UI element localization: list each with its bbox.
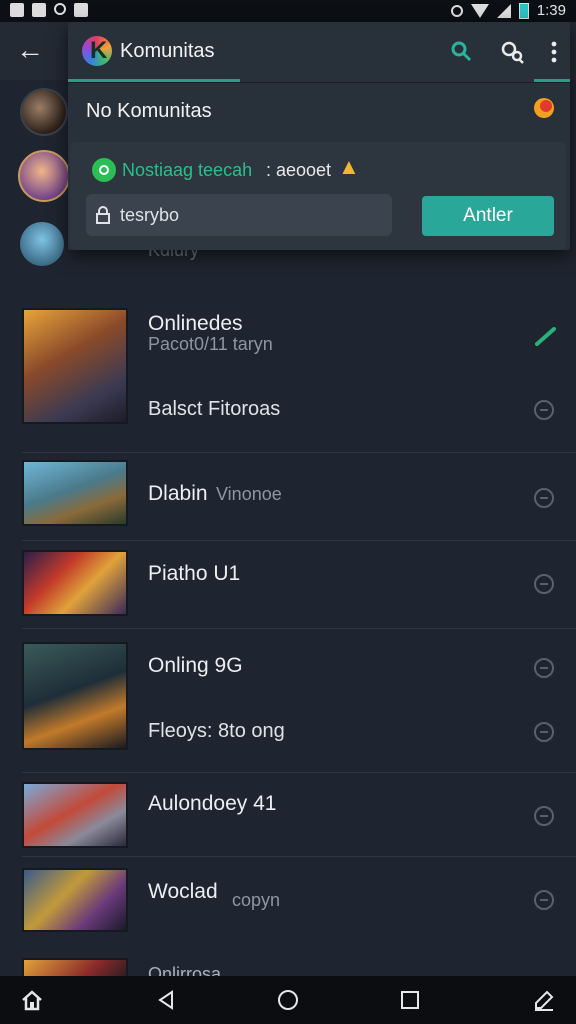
item-secondary: Balsct Fitoroas [148, 398, 281, 420]
game-thumbnail [22, 550, 128, 616]
game-thumbnail [22, 642, 128, 750]
item-title: Piatho U1 [148, 562, 241, 585]
recents-icon[interactable] [398, 988, 422, 1012]
tab-indicator [68, 79, 240, 82]
popup-title: Komunitas [120, 40, 215, 62]
message-text: : aeooet [266, 160, 332, 180]
item-title: Dlabin [148, 482, 208, 505]
game-thumbnail [22, 782, 128, 848]
image-icon [74, 3, 88, 17]
battery-icon [518, 2, 529, 19]
add-icon[interactable] [534, 574, 554, 594]
item-title: Woclad [148, 880, 218, 903]
item-title: Onlinedes [148, 312, 243, 335]
divider [22, 452, 576, 453]
home-circle-icon[interactable] [276, 988, 300, 1012]
add-icon[interactable] [534, 658, 554, 678]
apply-button[interactable]: Antler [422, 196, 554, 236]
item-subtitle: Vinonoe [216, 484, 282, 504]
edit-icon[interactable] [532, 988, 556, 1012]
tab-indicator [534, 79, 570, 82]
search-people-icon[interactable] [500, 40, 524, 64]
message-highlight: Nostiaag teecah [122, 160, 253, 180]
sync-icon [54, 3, 66, 15]
message-card: Nostiaag teecah : aeooet ▲ tesrybo Antle… [70, 142, 566, 250]
notification-icons [10, 3, 88, 17]
back-arrow-icon[interactable]: ← [16, 36, 44, 64]
add-icon[interactable] [534, 488, 554, 508]
input-value: tesrybo [120, 205, 180, 225]
add-icon[interactable] [534, 722, 554, 742]
add-icon[interactable] [534, 890, 554, 910]
search-icon[interactable] [450, 40, 472, 62]
divider [22, 628, 576, 629]
cat-emoji-icon: ▲ [338, 154, 360, 179]
avatar[interactable] [20, 222, 64, 266]
notification-icon [10, 3, 24, 17]
item-subtitle: copyn [232, 890, 281, 910]
clock: 1:39 [536, 2, 566, 19]
system-icons: 1:39 [450, 2, 566, 19]
item-subtitle: Pacot0/11 taryn [148, 334, 273, 354]
whatsapp-icon [92, 158, 116, 182]
home-icon[interactable] [20, 988, 44, 1012]
lock-icon [96, 206, 110, 224]
status-bar: 1:39 [0, 0, 576, 22]
check-icon[interactable] [534, 324, 558, 348]
divider [22, 856, 576, 857]
back-nav-icon[interactable] [154, 988, 178, 1012]
game-thumbnail [22, 308, 128, 424]
item-title: Onling 9G [148, 654, 243, 677]
mail-icon [32, 3, 46, 17]
navigation-bar [0, 976, 576, 1024]
item-title: Aulondoey 41 [148, 792, 277, 815]
app-logo-letter: K [90, 37, 108, 64]
game-thumbnail [22, 868, 128, 932]
popup-row-label[interactable]: No Komunitas [86, 100, 212, 123]
add-icon[interactable] [534, 400, 554, 420]
game-thumbnail [22, 460, 128, 526]
signal-icon [496, 3, 511, 18]
alarm-icon [450, 4, 463, 17]
divider [22, 772, 576, 773]
divider [22, 540, 576, 541]
avatar[interactable] [18, 150, 70, 202]
add-icon[interactable] [534, 806, 554, 826]
text-input[interactable]: tesrybo [86, 194, 392, 236]
community-popup: K Komunitas No Komunitas Nostiaag teecah… [68, 22, 570, 250]
popup-header: K Komunitas [68, 22, 570, 83]
avatar[interactable] [20, 88, 68, 136]
more-vert-icon[interactable] [548, 40, 560, 64]
item-secondary: Fleoys: 8to ong [148, 720, 285, 742]
chat-badge-icon[interactable] [532, 96, 556, 120]
wifi-icon [470, 3, 489, 18]
